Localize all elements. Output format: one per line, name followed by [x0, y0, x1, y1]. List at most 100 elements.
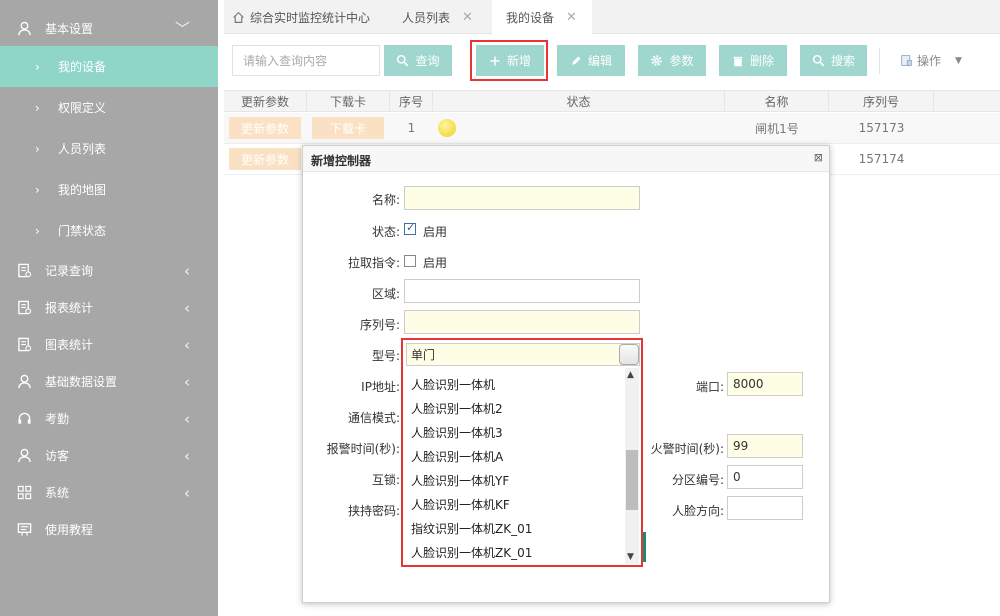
tab-bar: 综合实时监控统计中心 人员列表 ✕ 我的设备 ✕	[224, 0, 1000, 34]
pull-command-checkbox[interactable]	[404, 255, 416, 267]
sidebar-item-door-status[interactable]: › 门禁状态	[0, 210, 218, 251]
tab-monitor-center[interactable]: 综合实时监控统计中心	[232, 0, 382, 34]
chevron-right-icon: ›	[35, 59, 40, 74]
tab-label: 我的设备	[506, 10, 555, 25]
tab-label: 综合实时监控统计中心	[250, 10, 371, 25]
sidebar-item-reports[interactable]: 报表统计 ‹	[0, 289, 218, 326]
dialog-title: 新增控制器	[311, 154, 372, 168]
button-label: 参数	[669, 54, 694, 68]
model-option[interactable]: 人脸识别一体机	[411, 376, 495, 393]
model-option[interactable]: 人脸识别一体机ZK_01	[411, 544, 532, 561]
row-index: 1	[407, 121, 416, 135]
report-icon	[18, 300, 32, 315]
button-label: 查询	[415, 54, 440, 68]
face-direction-field[interactable]	[727, 496, 803, 520]
status-dot-icon	[438, 119, 456, 137]
sidebar-item-label: 我的设备	[58, 60, 107, 74]
sidebar-item-base-data[interactable]: 基础数据设置 ‹	[0, 363, 218, 400]
chevron-left-icon: ‹	[184, 483, 190, 502]
tab-label: 人员列表	[402, 10, 451, 25]
sidebar-item-charts[interactable]: 图表统计 ‹	[0, 326, 218, 363]
model-option[interactable]: 人脸识别一体机2	[411, 400, 503, 417]
area-field[interactable]	[404, 279, 640, 303]
model-select[interactable]: 单门	[406, 343, 640, 366]
model-option[interactable]: 人脸识别一体机KF	[411, 496, 510, 513]
fire-alarm-time-label: 火警时间(秒):	[650, 442, 724, 456]
sidebar-item-records[interactable]: 记录查询 ‹	[0, 252, 218, 289]
sidebar-group-basic-settings[interactable]: 基本设置 ﹀	[0, 10, 218, 46]
search-icon	[812, 54, 825, 67]
tab-my-devices[interactable]: 我的设备 ✕	[492, 0, 592, 34]
sidebar-item-label: 考勤	[45, 412, 70, 426]
dropdown-scrollbar[interactable]: ▲ ▼	[625, 368, 639, 564]
edit-button[interactable]: 编辑	[557, 45, 625, 76]
sidebar-item-my-devices[interactable]: › 我的设备	[0, 46, 218, 87]
scrollbar-thumb[interactable]	[626, 450, 638, 510]
sidebar-item-visitors[interactable]: 访客 ‹	[0, 437, 218, 474]
model-option[interactable]: 指纹识别一体机ZK_01	[411, 520, 532, 537]
column-header[interactable]: 下载卡	[307, 91, 390, 112]
sidebar-collapse-handle[interactable]	[218, 380, 224, 420]
sidebar-group-label: 基本设置	[45, 21, 94, 36]
interlock-label: 互锁:	[371, 473, 400, 487]
trash-icon	[733, 56, 743, 66]
query-button[interactable]: 查询	[384, 45, 452, 76]
scroll-down-icon[interactable]: ▼	[627, 552, 634, 562]
update-params-button[interactable]: 更新参数	[229, 148, 301, 170]
status-enable-checkbox[interactable]	[404, 221, 416, 235]
update-params-button[interactable]: 更新参数	[229, 117, 301, 139]
chevron-left-icon: ‹	[184, 335, 190, 354]
download-card-button[interactable]: 下载卡	[312, 117, 384, 139]
params-button[interactable]: 参数	[638, 45, 706, 76]
delete-button[interactable]: 删除	[719, 45, 787, 76]
model-dropdown[interactable]: 单门 人脸识别一体机 人脸识别一体机2 人脸识别一体机3 人脸识别一体机A 人脸…	[401, 338, 643, 567]
name-label: 名称:	[371, 193, 400, 207]
port-field[interactable]: 8000	[727, 372, 803, 396]
model-option[interactable]: 人脸识别一体机YF	[411, 472, 509, 489]
column-header[interactable]: 状态	[433, 91, 725, 112]
chart-icon	[18, 337, 32, 352]
chevron-left-icon: ‹	[184, 409, 190, 428]
chevron-right-icon: ›	[35, 223, 40, 238]
sidebar-item-label: 基础数据设置	[45, 375, 118, 389]
search-input[interactable]	[232, 45, 380, 76]
scroll-up-icon[interactable]: ▲	[627, 370, 634, 380]
dropdown-toggle-button[interactable]	[619, 344, 639, 365]
search-button[interactable]: 搜索	[800, 45, 867, 76]
column-header[interactable]: 序列号	[829, 91, 934, 112]
tab-people-list[interactable]: 人员列表 ✕	[402, 0, 490, 34]
sidebar-item-label: 记录查询	[45, 264, 94, 278]
status-enable-label: 启用	[423, 225, 448, 239]
column-header[interactable]: 名称	[725, 91, 829, 112]
chevron-right-icon: ›	[35, 100, 40, 115]
sidebar-item-label: 我的地图	[58, 183, 107, 197]
model-option[interactable]: 人脸识别一体机A	[411, 448, 503, 465]
sidebar-item-people[interactable]: › 人员列表	[0, 128, 218, 169]
sidebar-item-tutorial[interactable]: 使用教程	[0, 511, 218, 548]
sidebar: 基本设置 ﹀ › 我的设备 › 权限定义 › 人员列表 › 我的地图 › 门禁状…	[0, 0, 218, 616]
close-icon[interactable]: ⊠	[814, 151, 823, 164]
device-name: 闸机1号	[755, 121, 799, 136]
button-label: 操作	[917, 54, 942, 68]
sidebar-item-label: 使用教程	[45, 523, 94, 537]
book-icon	[17, 523, 32, 536]
close-icon[interactable]: ✕	[462, 10, 473, 25]
operations-dropdown[interactable]: 操作 ▼	[900, 52, 962, 69]
model-option[interactable]: 人脸识别一体机3	[411, 424, 503, 441]
close-icon[interactable]: ✕	[566, 10, 577, 25]
table-row[interactable]: 更新参数 下载卡 1 闸机1号 157173	[224, 113, 1000, 144]
sidebar-item-system[interactable]: 系统 ‹	[0, 474, 218, 511]
chevron-right-icon: ›	[35, 182, 40, 197]
zone-number-field[interactable]: 0	[727, 465, 803, 489]
fire-alarm-time-field[interactable]: 99	[727, 434, 803, 458]
sidebar-item-attendance[interactable]: 考勤 ‹	[0, 400, 218, 437]
sidebar-item-permissions[interactable]: › 权限定义	[0, 87, 218, 128]
duress-password-label: 挟持密码:	[347, 504, 400, 518]
column-header[interactable]: 更新参数	[224, 91, 307, 112]
name-field[interactable]	[404, 186, 640, 210]
sidebar-item-my-map[interactable]: › 我的地图	[0, 169, 218, 210]
serial-field[interactable]	[404, 310, 640, 334]
column-header[interactable]: 序号	[390, 91, 433, 112]
document-icon	[901, 55, 912, 66]
chevron-down-icon: ﹀	[174, 20, 190, 38]
